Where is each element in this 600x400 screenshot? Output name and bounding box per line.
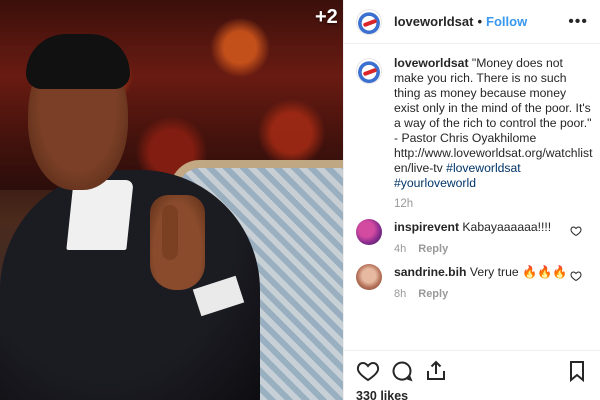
comment-time[interactable]: 4h [394, 243, 406, 255]
post-panel: loveworldsat • Follow ••• loveworldsat "… [343, 0, 600, 400]
share-icon[interactable] [424, 359, 448, 383]
bookmark-icon[interactable] [565, 359, 589, 383]
comment-item: inspirevent Kabayaaaaaa!!!! 4h Reply [356, 219, 588, 255]
comment-username[interactable]: sandrine.bih [394, 265, 466, 279]
follow-button[interactable]: Follow [486, 14, 527, 29]
reply-button[interactable]: Reply [418, 243, 448, 255]
account-avatar[interactable] [356, 8, 382, 35]
comments-section[interactable]: loveworldsat "Money does not make you ri… [344, 44, 600, 356]
shirt-collar [66, 180, 134, 250]
caption-time[interactable]: 12h [394, 198, 588, 210]
heart-icon[interactable] [570, 225, 582, 237]
comment-time[interactable]: 8h [394, 288, 406, 300]
comment-text: Kabayaaaaaa!!!! [462, 220, 552, 234]
caption-username[interactable]: loveworldsat [394, 56, 469, 70]
caption-text: loveworldsat "Money does not make you ri… [394, 56, 594, 191]
post-header: loveworldsat • Follow ••• [344, 0, 600, 44]
overlay-badge: +2 [315, 6, 338, 28]
account-username[interactable]: loveworldsat [394, 14, 473, 29]
comment-avatar[interactable] [356, 219, 382, 245]
reply-button[interactable]: Reply [418, 288, 448, 300]
comment-text: Very true 🔥🔥🔥 [469, 265, 568, 279]
post-actions: 330 likes [344, 350, 600, 400]
comment-avatar[interactable] [356, 264, 382, 290]
pointing-finger [162, 205, 178, 260]
more-options-icon[interactable]: ••• [568, 13, 588, 30]
comment-username[interactable]: inspirevent [394, 220, 459, 234]
heart-icon[interactable] [356, 359, 380, 383]
post-media: +2 [0, 0, 343, 400]
caption-avatar[interactable] [356, 58, 382, 84]
separator-dot: • [477, 14, 483, 29]
heart-icon[interactable] [570, 270, 582, 282]
person-hair [26, 34, 130, 89]
caption: loveworldsat "Money does not make you ri… [356, 56, 592, 191]
likes-count[interactable]: 330 likes [356, 389, 589, 400]
comment-item: sandrine.bih Very true 🔥🔥🔥 8h Reply [356, 264, 588, 300]
comment-icon[interactable] [390, 359, 414, 383]
